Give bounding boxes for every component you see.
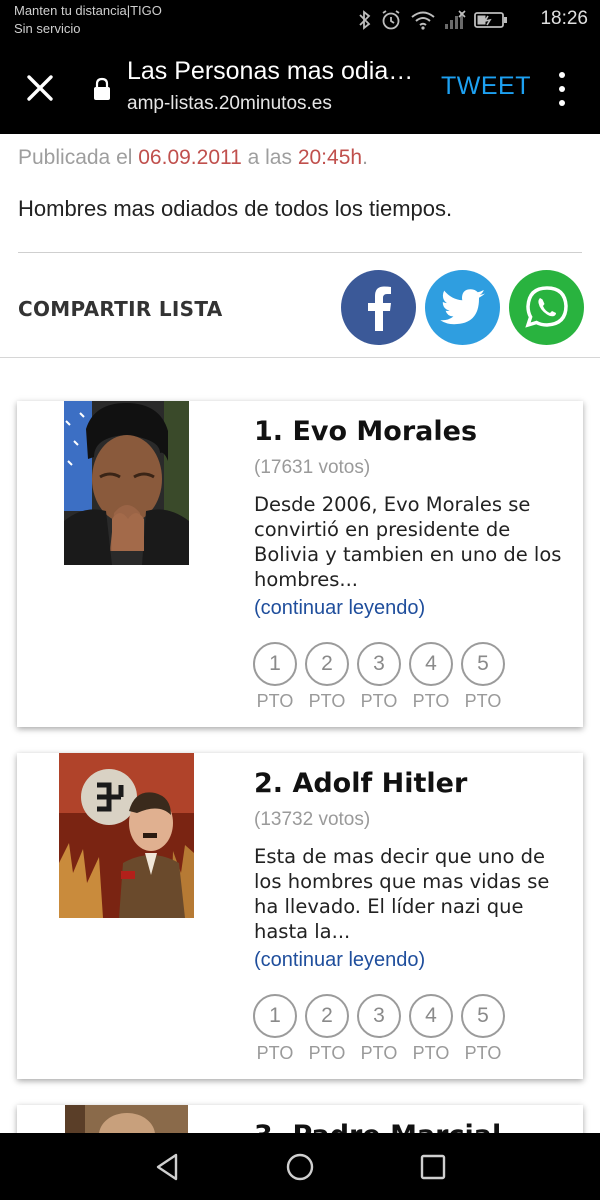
publish-middle: a las xyxy=(241,146,298,169)
service-status: Sin servicio xyxy=(14,21,81,36)
continue-reading-link[interactable]: (continuar leyendo) xyxy=(254,597,425,620)
rating-unit: PTO xyxy=(308,1043,346,1063)
rating-circle[interactable]: 2 xyxy=(305,994,349,1038)
recents-icon[interactable] xyxy=(417,1151,449,1183)
item-name[interactable]: 1. Evo Morales xyxy=(254,416,477,447)
list-description: Hombres mas odiados de todos los tiempos… xyxy=(18,196,453,221)
list-item: 1. Evo Morales (17631 votos) Desde 2006,… xyxy=(17,401,583,727)
rating-option[interactable]: 3 PTO xyxy=(357,994,401,1064)
publish-date: 06.09.2011 xyxy=(138,146,242,169)
rating-option[interactable]: 2 PTO xyxy=(305,642,349,712)
divider xyxy=(18,252,582,253)
rating-option[interactable]: 1 PTO xyxy=(253,994,297,1064)
rating-circle[interactable]: 3 xyxy=(357,994,401,1038)
rating-unit: PTO xyxy=(360,691,398,711)
rating-buttons: 1 PTO 2 PTO 3 PTO 4 PTO 5 PTO xyxy=(253,642,505,712)
item-votes: (17631 votos) xyxy=(254,457,371,478)
rating-option[interactable]: 1 PTO xyxy=(253,642,297,712)
clock: 18:26 xyxy=(540,8,588,29)
whatsapp-icon xyxy=(524,285,568,328)
tweet-button[interactable]: TWEET xyxy=(441,72,531,101)
item-photo[interactable] xyxy=(64,401,189,565)
rating-option[interactable]: 2 PTO xyxy=(305,994,349,1064)
share-label: COMPARTIR LISTA xyxy=(18,297,223,321)
rating-unit: PTO xyxy=(256,1043,294,1063)
facebook-share-button[interactable] xyxy=(341,270,416,345)
rating-circle[interactable]: 5 xyxy=(461,994,505,1038)
browser-toolbar: Las Personas mas odiadas amp-listas.20mi… xyxy=(0,42,600,134)
back-icon[interactable] xyxy=(152,1151,184,1183)
rating-circle[interactable]: 4 xyxy=(409,994,453,1038)
continue-reading-link[interactable]: (continuar leyendo) xyxy=(254,949,425,972)
item-votes: (13732 votos) xyxy=(254,809,371,830)
twitter-icon xyxy=(439,288,485,324)
home-icon[interactable] xyxy=(284,1151,316,1183)
rating-option[interactable]: 5 PTO xyxy=(461,994,505,1064)
whatsapp-share-button[interactable] xyxy=(509,270,584,345)
publish-info: Publicada el 06.09.2011 a las 20:45h. xyxy=(18,146,368,170)
publish-time: 20:45h xyxy=(297,146,363,169)
publish-suffix: . xyxy=(362,146,368,169)
twitter-share-button[interactable] xyxy=(425,270,500,345)
facebook-icon xyxy=(367,286,391,331)
rating-unit: PTO xyxy=(308,691,346,711)
status-icons xyxy=(358,9,508,31)
page-url: amp-listas.20minutos.es xyxy=(127,93,332,114)
rating-buttons: 1 PTO 2 PTO 3 PTO 4 PTO 5 PTO xyxy=(253,994,505,1064)
rating-circle[interactable]: 3 xyxy=(357,642,401,686)
item-excerpt: Desde 2006, Evo Morales se convirtió en … xyxy=(254,493,562,591)
rating-option[interactable]: 4 PTO xyxy=(409,994,453,1064)
rating-option[interactable]: 5 PTO xyxy=(461,642,505,712)
page-title: Las Personas mas odiadas xyxy=(127,57,417,85)
lock-icon xyxy=(94,77,110,100)
rating-circle[interactable]: 1 xyxy=(253,642,297,686)
rating-unit: PTO xyxy=(256,691,294,711)
system-navigation-bar xyxy=(0,1133,600,1200)
divider xyxy=(0,357,600,358)
item-name[interactable]: 2. Adolf Hitler xyxy=(254,768,467,799)
rating-unit: PTO xyxy=(464,1043,502,1063)
more-options-icon[interactable] xyxy=(552,72,572,106)
list-item: 2. Adolf Hitler (13732 votos) Esta de ma… xyxy=(17,753,583,1079)
rating-circle[interactable]: 4 xyxy=(409,642,453,686)
alarm-icon xyxy=(382,10,400,30)
item-excerpt: Esta de mas decir que uno de los hombres… xyxy=(254,845,550,943)
rating-option[interactable]: 3 PTO xyxy=(357,642,401,712)
status-bar: Manten tu distancia|TIGO Sin servicio 18… xyxy=(0,0,600,42)
rating-option[interactable]: 4 PTO xyxy=(409,642,453,712)
wifi-icon xyxy=(411,11,435,30)
rating-circle[interactable]: 2 xyxy=(305,642,349,686)
item-photo[interactable] xyxy=(59,753,194,918)
rating-unit: PTO xyxy=(412,691,450,711)
close-icon[interactable] xyxy=(22,70,58,106)
rating-unit: PTO xyxy=(464,691,502,711)
rating-unit: PTO xyxy=(360,1043,398,1063)
rating-unit: PTO xyxy=(412,1043,450,1063)
rating-circle[interactable]: 5 xyxy=(461,642,505,686)
signal-icon xyxy=(445,10,466,29)
bluetooth-icon xyxy=(359,10,371,30)
rating-circle[interactable]: 1 xyxy=(253,994,297,1038)
publish-prefix: Publicada el xyxy=(18,146,139,169)
carrier-name: Manten tu distancia|TIGO xyxy=(14,3,162,18)
battery-icon xyxy=(474,12,507,28)
